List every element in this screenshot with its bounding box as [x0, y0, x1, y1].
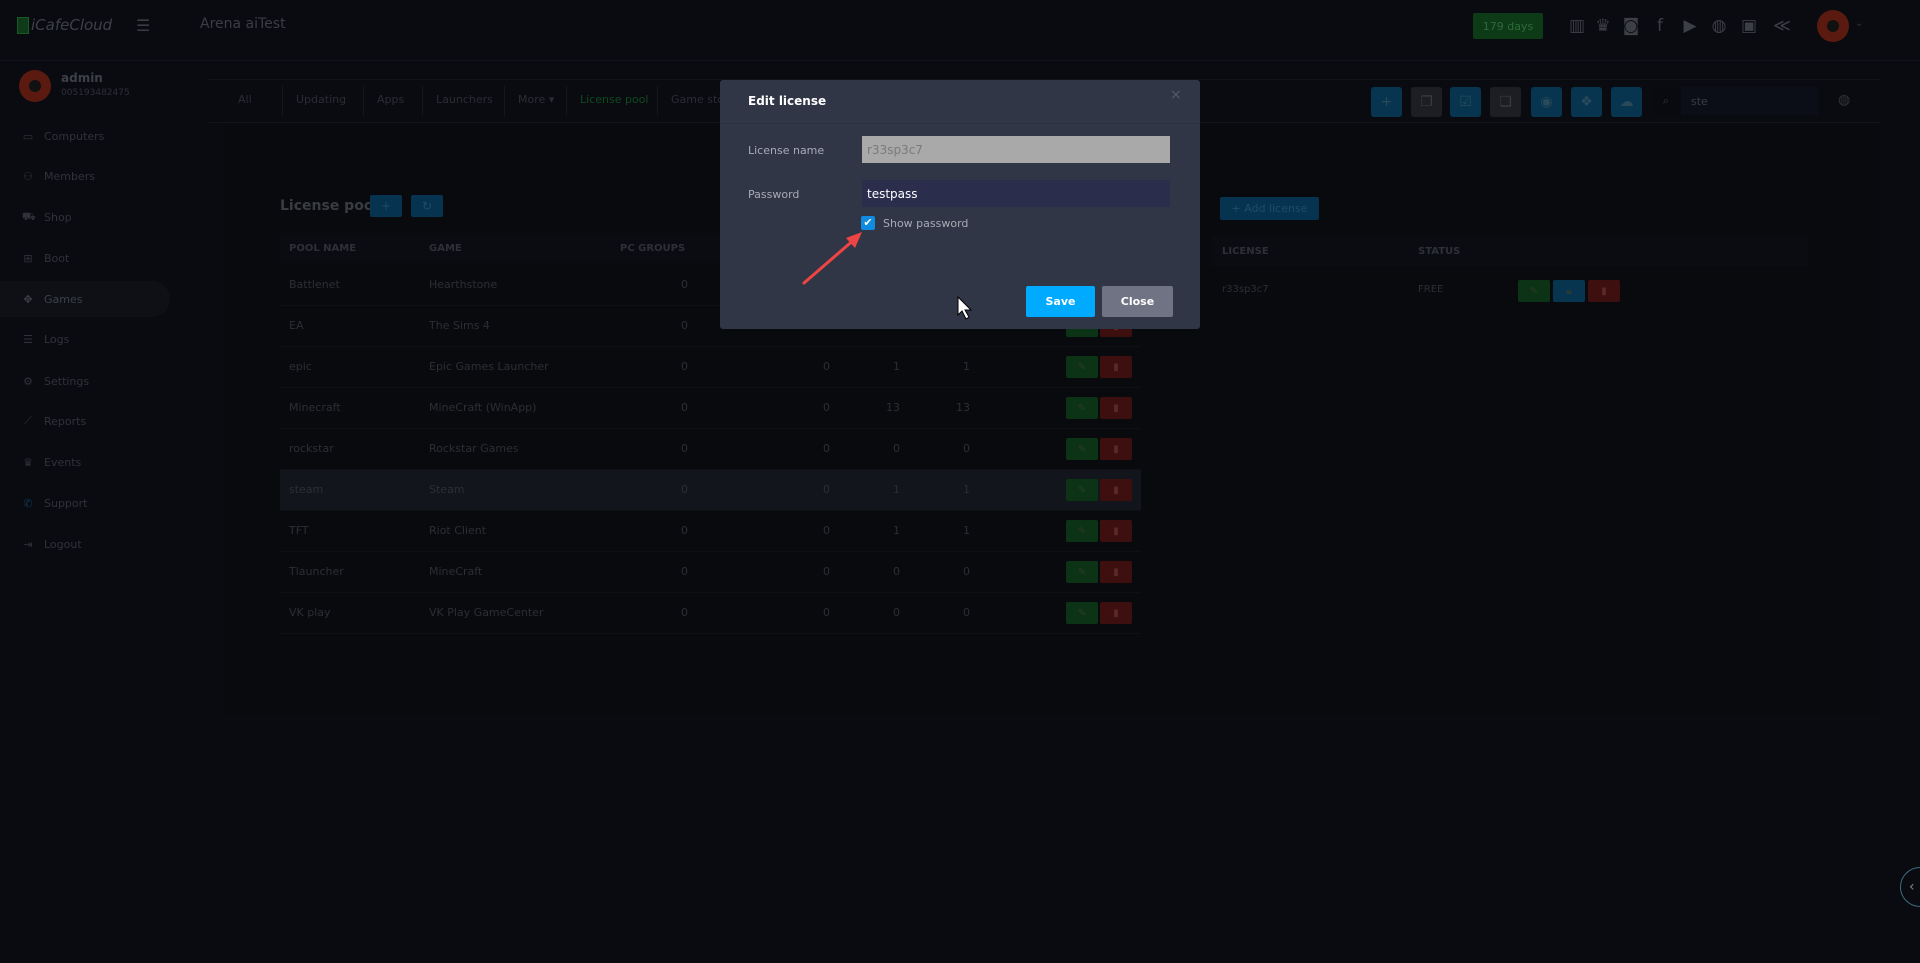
mouse-cursor-icon [957, 295, 973, 320]
annotation-arrow [802, 232, 973, 320]
